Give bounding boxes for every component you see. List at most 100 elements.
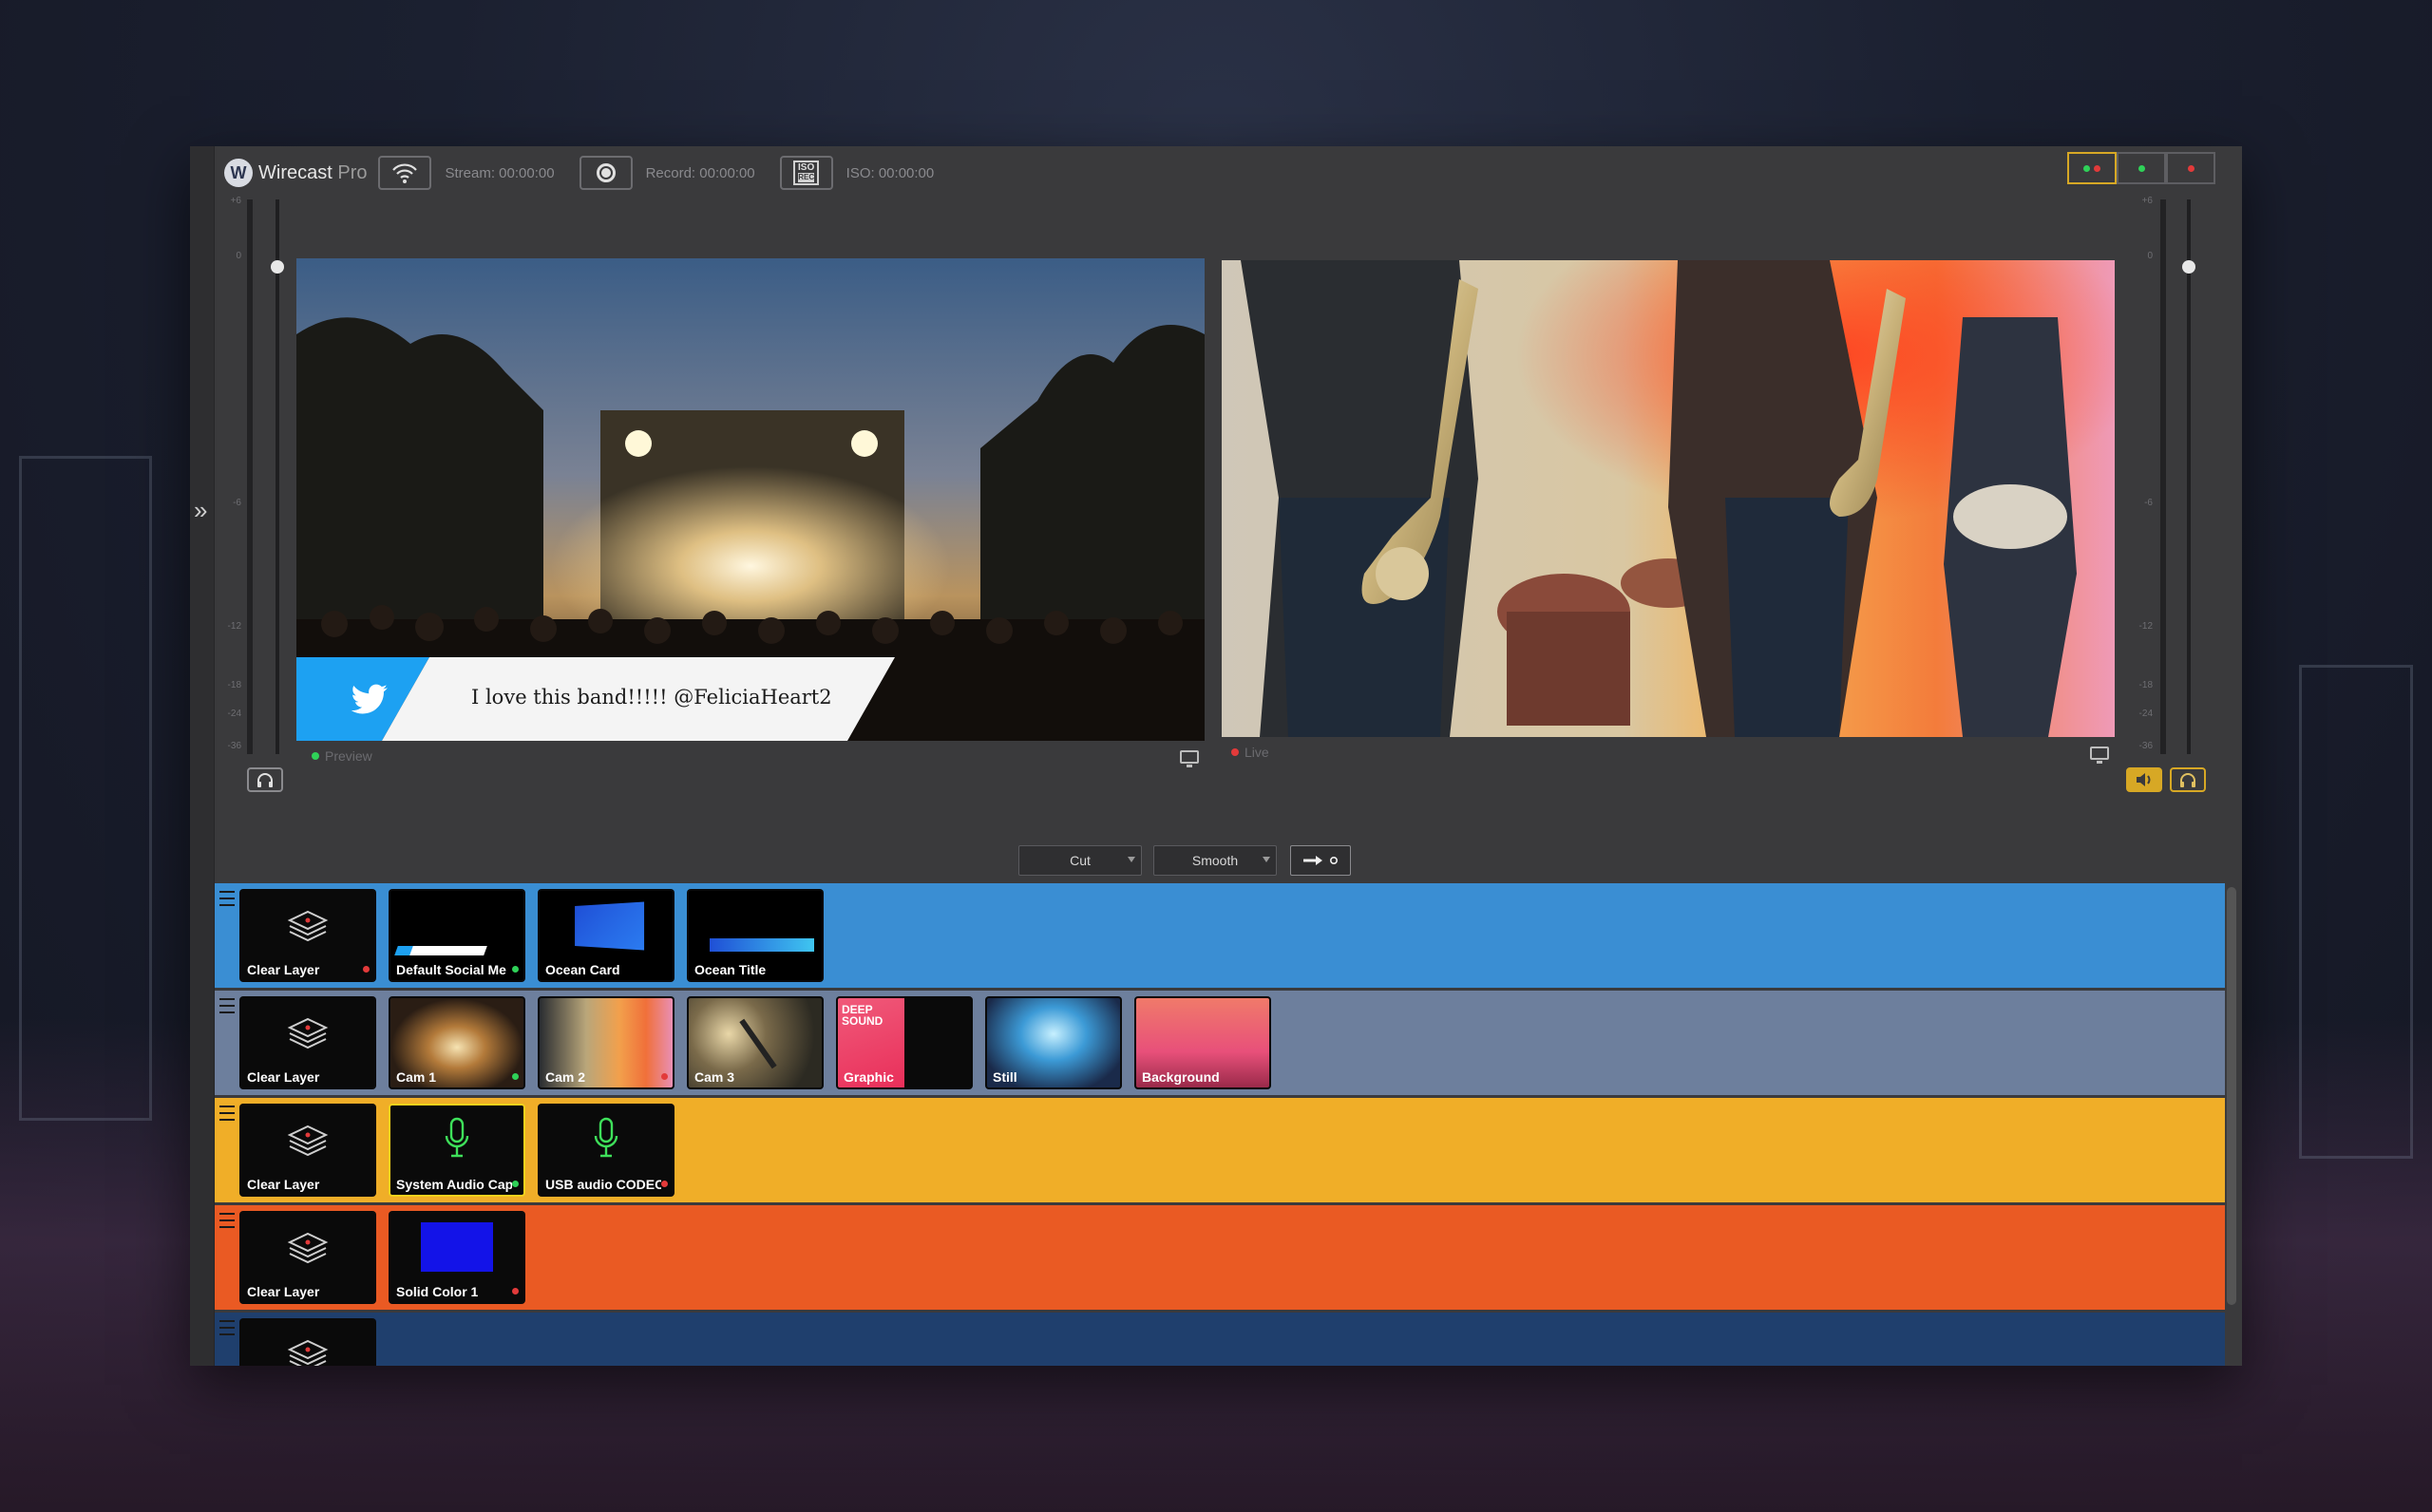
shot-tile[interactable]: Still	[985, 996, 1122, 1089]
layout-preview-only-button[interactable]	[2117, 152, 2166, 184]
speaker-icon	[2135, 772, 2154, 787]
broadcast-icon	[390, 161, 419, 185]
wirecast-logo-icon: W	[224, 159, 253, 187]
layer-row[interactable]: Clear Layer Cam 1 Cam 2 Cam 3 DEEP SOUND Grap…	[215, 991, 2225, 1095]
shot-label: Solid Color 1	[396, 1284, 512, 1299]
chevron-down-icon	[1128, 857, 1135, 862]
record-icon	[597, 163, 616, 182]
shot-label: Cam 1	[396, 1069, 512, 1085]
shot-tile[interactable]: Background	[1134, 996, 1271, 1089]
live-status-dot	[1231, 748, 1239, 756]
drag-handle-icon[interactable]	[215, 1106, 239, 1121]
shot-tile[interactable]: Cam 3	[687, 996, 824, 1089]
shot-tile[interactable]: Default Social Me	[389, 889, 525, 982]
wirecast-window: » W Wirecast Pro Stream: 00:00:00 Record	[190, 146, 2242, 1366]
app-title: Wirecast Pro	[258, 162, 367, 184]
preview-output-icon[interactable]	[1180, 750, 1199, 764]
layers-stack-icon	[286, 1230, 330, 1264]
right-audio-meter	[2160, 199, 2166, 754]
record-status: Record: 00:00:00	[646, 165, 755, 181]
layers-stack-icon	[286, 1123, 330, 1157]
shot-label: Clear Layer	[247, 1284, 363, 1299]
chevron-down-icon	[1263, 857, 1270, 862]
shot-status-dot	[512, 1073, 519, 1080]
drag-handle-icon[interactable]	[215, 1320, 239, 1335]
live-monitor[interactable]	[1222, 260, 2115, 737]
shot-label: Clear Layer	[247, 1069, 363, 1085]
shot-status-dot	[512, 1288, 519, 1295]
shot-tile[interactable]: System Audio Cap	[389, 1104, 525, 1197]
right-volume-knob[interactable]	[2182, 260, 2195, 274]
shot-label: Clear Layer	[247, 962, 363, 977]
stream-button[interactable]	[378, 156, 431, 190]
microphone-icon	[443, 1117, 471, 1159]
live-label: Live	[1231, 745, 1269, 760]
shot-label: Graphic	[844, 1069, 960, 1085]
shot-status-dot	[512, 1181, 519, 1187]
go-button[interactable]	[1290, 845, 1351, 876]
shot-label: Ocean Card	[545, 962, 661, 977]
shot-status-dot	[363, 966, 370, 973]
shot-tile[interactable]: Cam 1	[389, 996, 525, 1089]
twitter-bird-icon	[350, 684, 390, 716]
toolbar: W Wirecast Pro Stream: 00:00:00 Record: …	[215, 146, 2242, 199]
layers-stack-icon	[286, 908, 330, 942]
iso-rec-icon: ISO REC	[793, 161, 819, 185]
layer-row[interactable]: Clear Layer Solid Color 1	[215, 1205, 2225, 1310]
drag-handle-icon[interactable]	[215, 891, 239, 906]
preview-status-dot	[312, 752, 319, 760]
iso-record-button[interactable]: ISO REC	[780, 156, 833, 190]
shot-label: Clear Layer	[247, 1177, 363, 1192]
layers-scrollbar[interactable]	[2227, 887, 2236, 1305]
right-volume-fader[interactable]	[2187, 199, 2191, 754]
expand-sidebar-icon[interactable]: »	[194, 498, 207, 522]
shot-label: Background	[1142, 1069, 1258, 1085]
shot-tile[interactable]: Clear Layer	[239, 1104, 376, 1197]
layout-dual-view-button[interactable]	[2067, 152, 2117, 184]
app-edition: Pro	[337, 162, 367, 183]
shot-tile[interactable]: DEEP SOUND Graphic	[836, 996, 973, 1089]
headphones-icon	[2178, 772, 2197, 787]
shot-layers: Clear Layer Default Social Me Ocean Card Oc…	[215, 883, 2225, 1366]
shot-label: USB audio CODEC	[545, 1177, 661, 1192]
transition-cut-select[interactable]: Cut	[1018, 845, 1142, 876]
live-output-icon[interactable]	[2090, 747, 2109, 760]
shot-tile[interactable]	[239, 1318, 376, 1366]
live-speaker-button[interactable]	[2126, 767, 2162, 792]
record-button[interactable]	[580, 156, 633, 190]
shot-tile[interactable]: Cam 2	[538, 996, 674, 1089]
preview-monitor[interactable]: I love this band!!!!! @FeliciaHeart2	[296, 258, 1205, 741]
shot-label: System Audio Cap	[396, 1177, 512, 1192]
stage-truss-right	[2299, 665, 2413, 1159]
layer-row[interactable]	[215, 1313, 2225, 1366]
shot-tile[interactable]: Ocean Title	[687, 889, 824, 982]
preview-headphones-button[interactable]	[247, 767, 283, 792]
transition-smooth-select[interactable]: Smooth	[1153, 845, 1277, 876]
shot-tile[interactable]: Ocean Card	[538, 889, 674, 982]
layout-live-only-button[interactable]	[2166, 152, 2215, 184]
drag-handle-icon[interactable]	[215, 998, 239, 1013]
headphones-icon	[256, 772, 275, 787]
shot-tile[interactable]: USB audio CODEC	[538, 1104, 674, 1197]
shot-label: Ocean Title	[694, 962, 810, 977]
layer-row[interactable]: Clear Layer System Audio Cap USB audio COD…	[215, 1098, 2225, 1202]
shot-tile[interactable]: Clear Layer	[239, 889, 376, 982]
shot-tile[interactable]: Solid Color 1	[389, 1211, 525, 1304]
shot-label: Default Social Me	[396, 962, 512, 977]
left-audio-meter	[247, 199, 253, 754]
lower-third-text: I love this band!!!!! @FeliciaHeart2	[471, 686, 832, 709]
stage-truss-left	[19, 456, 152, 1121]
microphone-icon	[592, 1117, 620, 1159]
shot-tile[interactable]: Clear Layer	[239, 996, 376, 1089]
preview-concert-image	[296, 258, 1205, 741]
shot-tile[interactable]: Clear Layer	[239, 1211, 376, 1304]
drag-handle-icon[interactable]	[215, 1213, 239, 1228]
left-volume-knob[interactable]	[271, 260, 284, 274]
live-headphones-button[interactable]	[2170, 767, 2206, 792]
shot-status-dot	[512, 966, 519, 973]
layer-row[interactable]: Clear Layer Default Social Me Ocean Card Oc…	[215, 883, 2225, 988]
left-volume-fader[interactable]	[276, 199, 279, 754]
layout-mode-group	[2067, 152, 2215, 184]
shot-label: Cam 3	[694, 1069, 810, 1085]
shot-label: Cam 2	[545, 1069, 661, 1085]
